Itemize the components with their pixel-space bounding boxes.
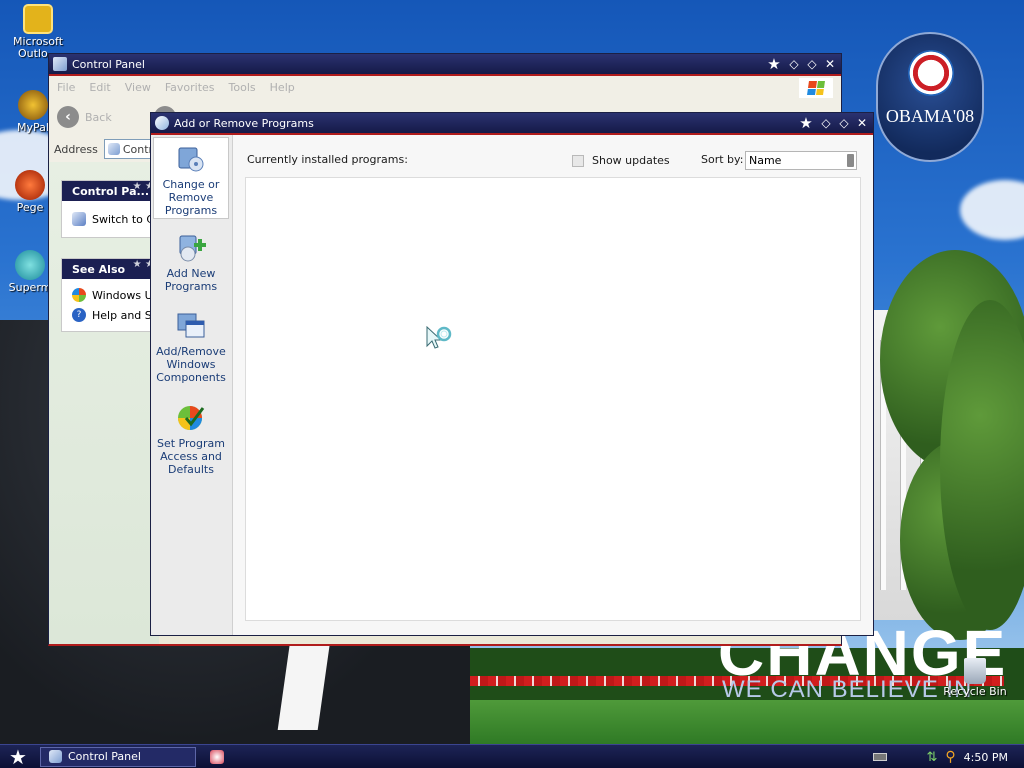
window-title: Add or Remove Programs xyxy=(174,116,314,130)
arp-body: Change or Remove Programs Add New Progra… xyxy=(151,135,873,635)
campaign-logo-emblem xyxy=(908,50,954,96)
sort-by-label: Sort by: xyxy=(701,153,744,166)
see-also-heading[interactable]: See Also xyxy=(62,259,156,279)
installed-programs-label: Currently installed programs: xyxy=(247,153,408,166)
desktop-icon-recycle-bin[interactable]: Recycle Bin xyxy=(940,658,1010,698)
sort-by-value: Name xyxy=(749,154,782,167)
control-panel-small-icon xyxy=(107,143,120,155)
minimize-button[interactable]: ◇ xyxy=(785,54,803,74)
close-button[interactable]: ✕ xyxy=(821,54,839,74)
desktop-icon-outlook[interactable]: Microsoft Outlo... xyxy=(3,4,73,60)
window-controls: ★ ◇ ◇ ✕ xyxy=(795,113,873,133)
wallpaper-cloud xyxy=(960,180,1024,240)
search-icon[interactable]: ⚲ xyxy=(945,749,955,765)
back-arrow-icon[interactable]: ‹ xyxy=(57,106,79,128)
taskbar-item-control-panel[interactable]: Control Panel xyxy=(40,746,196,767)
system-tray: ⇅ ⚲ 4:50 PM xyxy=(872,745,1024,768)
change-remove-programs-icon xyxy=(176,144,206,174)
menu-file[interactable]: File xyxy=(57,81,75,94)
desktop-icon-label: Pege xyxy=(16,201,44,214)
close-button[interactable]: ✕ xyxy=(853,113,871,133)
control-panel-tasks: Control Pa... Switch to C... xyxy=(61,180,165,238)
taskbar: ★ Control Panel ⇅ ⚲ 4:50 PM xyxy=(0,744,1024,768)
menu-bar: File Edit View Favorites Tools Help xyxy=(49,76,841,98)
outlook-icon xyxy=(23,4,53,34)
network-icon[interactable]: ⇅ xyxy=(927,750,938,765)
wallpaper-lawn xyxy=(460,700,1024,744)
menu-favorites[interactable]: Favorites xyxy=(165,81,215,94)
add-new-programs-label: Add New Programs xyxy=(164,267,218,293)
change-remove-programs-button[interactable]: Change or Remove Programs xyxy=(153,137,229,219)
add-new-programs-icon xyxy=(176,233,206,263)
wallpaper-tagline: WE CAN BELIEVE IN xyxy=(722,676,973,703)
clock[interactable]: 4:50 PM xyxy=(964,751,1008,764)
help-support-link[interactable]: ? Help and Su... xyxy=(62,305,169,325)
control-panel-titlebar[interactable]: Control Panel ★ ◇ ◇ ✕ xyxy=(49,54,841,74)
installed-programs-list[interactable] xyxy=(245,177,861,621)
control-panel-task-pane: Control Pa... Switch to C... See Also Wi… xyxy=(49,162,169,644)
desktop-icon-label: MyPal xyxy=(17,121,49,134)
program-defaults-icon xyxy=(176,403,206,433)
switch-view-icon xyxy=(72,212,86,226)
minimize-button[interactable]: ◇ xyxy=(817,113,835,133)
windows-logo xyxy=(799,78,833,98)
windows-update-link[interactable]: Windows U... xyxy=(62,285,163,305)
star-icon[interactable]: ★ xyxy=(763,54,785,74)
program-defaults-button[interactable]: Set Program Access and Defaults xyxy=(153,397,229,481)
tasks-heading[interactable]: Control Pa... xyxy=(62,181,156,201)
maximize-button[interactable]: ◇ xyxy=(835,113,853,133)
help-icon: ? xyxy=(72,308,86,322)
menu-help[interactable]: Help xyxy=(270,81,295,94)
show-updates-option[interactable]: Show updates xyxy=(572,154,670,167)
address-label: Address xyxy=(54,142,98,156)
control-panel-small-icon xyxy=(49,750,62,763)
desktop-icon-label: Recycle Bin xyxy=(943,685,1007,698)
add-remove-programs-window[interactable]: Add or Remove Programs ★ ◇ ◇ ✕ Change or… xyxy=(150,112,874,636)
dropdown-handle-icon[interactable] xyxy=(847,154,854,167)
start-button[interactable]: ★ xyxy=(0,745,36,768)
windows-components-label: Add/Remove Windows Components xyxy=(156,345,226,384)
arp-main-panel: Currently installed programs: Show updat… xyxy=(233,135,873,635)
menu-view[interactable]: View xyxy=(125,81,151,94)
busy-cursor-icon xyxy=(426,326,452,349)
add-new-programs-button[interactable]: Add New Programs xyxy=(153,227,229,297)
superm-icon xyxy=(15,250,45,280)
taskbar-item-label: Control Panel xyxy=(68,750,141,763)
desktop-icon-label: Superm xyxy=(8,281,52,294)
star-icon: ★ xyxy=(9,744,27,768)
program-defaults-label: Set Program Access and Defaults xyxy=(157,437,225,476)
mypal-icon xyxy=(18,90,48,120)
back-label[interactable]: Back xyxy=(85,111,112,124)
windows-components-button[interactable]: Add/Remove Windows Components xyxy=(153,305,229,389)
window-title: Control Panel xyxy=(72,57,145,71)
menu-edit[interactable]: Edit xyxy=(89,81,110,94)
add-remove-programs-icon xyxy=(210,749,224,764)
campaign-logo: OBAMA'08 xyxy=(876,32,984,162)
show-updates-label: Show updates xyxy=(592,154,670,167)
maximize-button[interactable]: ◇ xyxy=(803,54,821,74)
windows-flag-icon xyxy=(807,81,825,95)
change-remove-programs-label: Change or Remove Programs xyxy=(162,178,220,217)
control-panel-icon xyxy=(53,57,67,71)
sort-by-select[interactable]: Name xyxy=(745,151,857,170)
windows-update-icon xyxy=(72,288,86,302)
show-updates-checkbox[interactable] xyxy=(572,154,584,167)
campaign-logo-text: OBAMA'08 xyxy=(885,106,975,126)
arp-titlebar[interactable]: Add or Remove Programs ★ ◇ ◇ ✕ xyxy=(151,113,873,133)
add-remove-programs-icon xyxy=(155,116,169,130)
switch-view-link[interactable]: Switch to C... xyxy=(62,201,165,237)
taskbar-item-add-remove-programs[interactable] xyxy=(202,747,232,767)
menu-tools[interactable]: Tools xyxy=(229,81,256,94)
recycle-bin-icon xyxy=(964,658,986,684)
star-icon[interactable]: ★ xyxy=(795,113,817,133)
windows-components-icon xyxy=(176,311,206,341)
window-controls: ★ ◇ ◇ ✕ xyxy=(763,54,841,74)
see-also-panel: See Also Windows U... ? Help and Su... xyxy=(61,258,169,332)
arp-sidebar: Change or Remove Programs Add New Progra… xyxy=(151,135,233,635)
keyboard-icon[interactable] xyxy=(872,753,887,761)
pege-icon xyxy=(15,170,45,200)
